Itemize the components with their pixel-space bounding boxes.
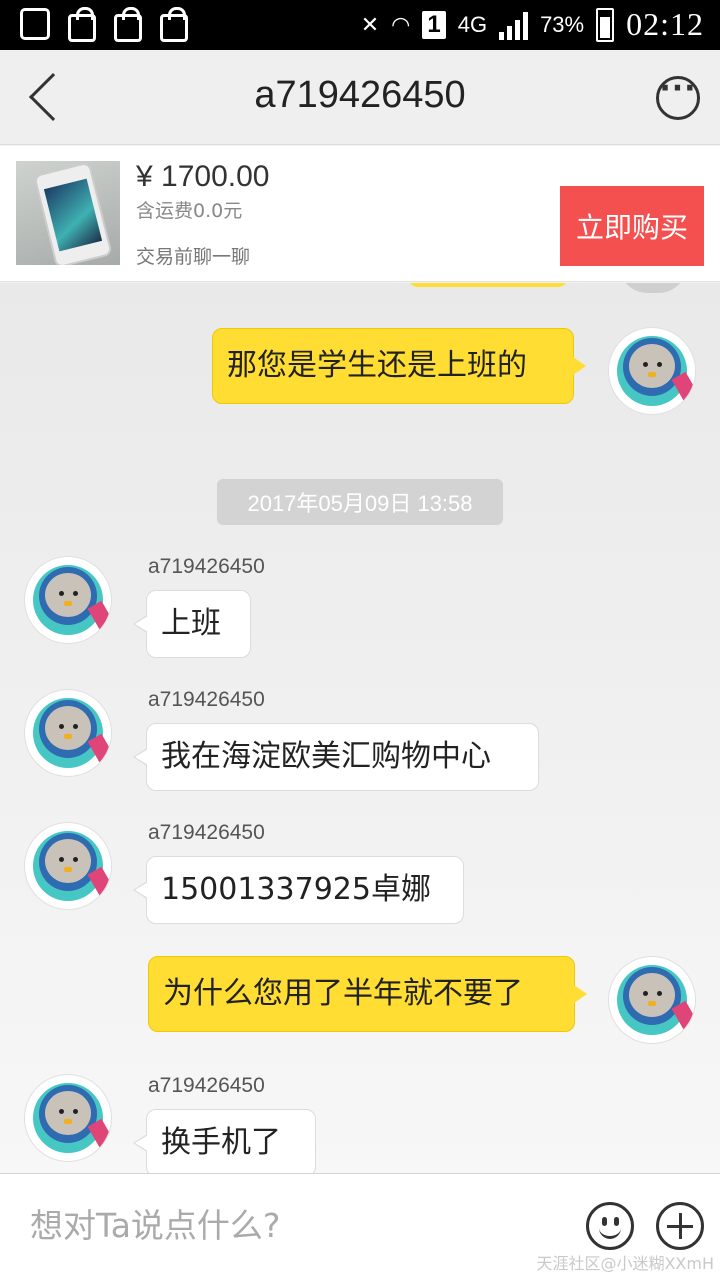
product-price: ¥ 1700.00 [136,160,270,193]
wifi-icon: ◠ [391,11,411,37]
battery-icon [596,7,615,42]
previous-message-bubble [408,283,568,287]
phone-image [33,161,113,265]
message-timestamp: 2017年05月09日 13:58 [217,479,503,525]
notification-icons [20,7,188,42]
chat-messages[interactable]: 那您是学生还是上班的 2017年05月09日 13:58 a719426450 … [0,283,720,1173]
contact-avatar[interactable] [25,690,111,776]
chat-hint: 交易前聊一聊 [136,246,251,268]
contact-avatar[interactable] [25,823,111,909]
product-card[interactable]: ¥ 1700.00 含运费0.0元 交易前聊一聊 立即购买 [0,146,720,282]
contact-message-bubble[interactable]: 我在海淀欧美汇购物中心 [133,723,539,791]
mute-icon: ✕ [360,11,380,37]
chat-header: a719426450 [0,50,720,145]
my-avatar[interactable] [609,328,695,414]
page-title: a719426450 [254,74,466,116]
shopping-bag-icon [114,7,142,42]
message-input[interactable] [30,1200,550,1250]
previous-avatar [618,283,688,293]
buy-now-button[interactable]: 立即购买 [560,186,704,266]
gallery-icon [20,8,50,40]
more-options-icon[interactable] [656,71,700,120]
add-attachment-icon[interactable] [656,1202,704,1250]
network-type: 4G [457,11,488,37]
sim-indicator: 1 [422,10,446,39]
shopping-bag-icon [68,7,96,42]
contact-message-bubble[interactable]: 上班 [133,590,251,658]
system-indicators: ✕ ◠ 1 4G 73% 02:12 [361,6,704,43]
product-thumbnail[interactable] [16,161,120,265]
my-message-bubble[interactable]: 为什么您用了半年就不要了 [148,956,587,1032]
clock: 02:12 [626,6,704,42]
battery-percent: 73% [540,11,585,37]
sender-name: a719426450 [148,821,265,844]
contact-avatar[interactable] [25,1075,111,1161]
sender-name: a719426450 [148,555,265,578]
my-message-bubble[interactable]: 那您是学生还是上班的 [212,328,586,404]
contact-message-bubble[interactable]: 15001337925卓娜 [133,856,464,924]
sender-name: a719426450 [148,1074,265,1097]
shipping-fee: 含运费0.0元 [136,200,243,222]
contact-avatar[interactable] [25,557,111,643]
my-avatar[interactable] [609,957,695,1043]
message-input-bar: 天涯社区@小迷糊XXmH [0,1173,720,1280]
emoji-icon[interactable] [586,1202,634,1250]
contact-message-bubble[interactable]: 换手机了 [133,1109,316,1173]
watermark: 天涯社区@小迷糊XXmH [536,1254,714,1273]
status-bar: ✕ ◠ 1 4G 73% 02:12 [0,0,720,50]
signal-icon [499,10,529,40]
shopping-bag-icon [160,7,188,42]
sender-name: a719426450 [148,688,265,711]
